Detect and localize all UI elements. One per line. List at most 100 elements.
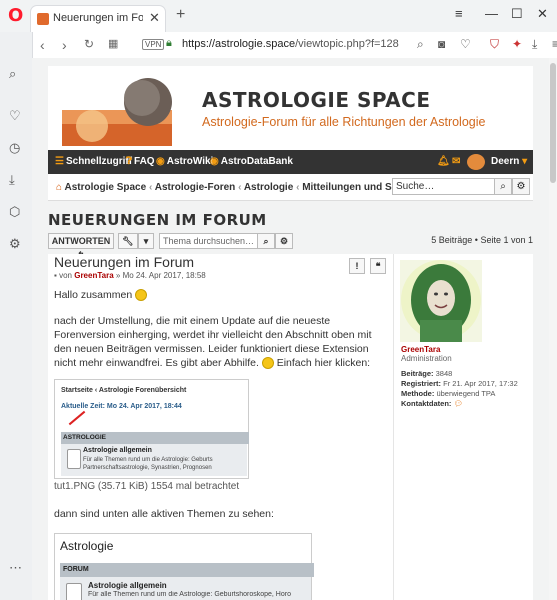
maximize-icon[interactable]: ☐ — [511, 6, 523, 22]
nav-label: Schnellzugriff — [65, 156, 133, 167]
breadcrumb-separator: ‹ — [148, 182, 153, 193]
mail-icon[interactable]: ✉ — [452, 156, 460, 167]
screenshot-forum-desc-line: Partnerschaftsastrologie, Synastrien, Pr… — [83, 465, 212, 471]
scrollbar[interactable] — [549, 58, 557, 600]
notification-icon[interactable]: 🔔︎ — [437, 156, 450, 167]
close-window-icon[interactable]: ✕ — [537, 6, 548, 22]
attachment-image[interactable]: Startseite ‹ Astrologie Forenübersicht A… — [54, 379, 249, 479]
screenshot-category-bar: FORUM — [60, 563, 314, 577]
screenshot-forum-desc-line: Für alle Themen rund um die Astrologie: … — [83, 457, 213, 463]
nav-astrowiki[interactable]: ◉ AstroWiki — [156, 156, 213, 167]
page-title[interactable]: NEUERUNGEN IM FORUM — [48, 211, 267, 229]
avatar[interactable] — [467, 154, 485, 170]
tools-button[interactable]: 🔧︎ — [118, 233, 138, 249]
web-page: ASTROLOGIE SPACE Astrologie-Forum für al… — [32, 58, 549, 600]
stat-label: Methode: — [401, 389, 435, 398]
bookmark-icon[interactable]: ♡ — [460, 37, 471, 51]
minimize-icon[interactable]: — — [485, 6, 498, 21]
topic-search-button[interactable]: ⌕ — [257, 233, 275, 249]
cube-icon[interactable]: ⬡ — [9, 204, 20, 220]
search-input[interactable]: Suche… — [392, 178, 496, 195]
avatar[interactable] — [400, 260, 482, 342]
home-icon: ⌂ — [56, 182, 63, 193]
post-paragraph-end: Einfach hier klicken: — [276, 357, 371, 369]
close-tab-icon[interactable]: ✕ — [149, 10, 160, 26]
vpn-badge[interactable]: VPN — [142, 39, 165, 50]
post-meta: ▪ von GreenTara » Mo 24. Apr 2017, 18:58 — [54, 271, 206, 280]
post-author[interactable]: GreenTara — [74, 271, 113, 280]
quote-button[interactable]: ❝ — [370, 258, 386, 274]
settings-icon[interactable]: ⚙ — [9, 236, 21, 252]
post-title[interactable]: Neuerungen im Forum — [54, 254, 194, 270]
site-logo[interactable] — [62, 74, 172, 146]
chevron-down-icon[interactable]: ▾ — [138, 233, 154, 249]
post-date: » Mo 24. Apr 2017, 18:58 — [115, 271, 206, 280]
breadcrumb: ⌂ Astrologie Space ‹ Astrologie-Foren ‹ … — [56, 182, 423, 193]
url-field[interactable]: https://astrologie.space/viewtopic.php?f… — [182, 38, 408, 50]
camera-icon[interactable]: ◙ — [438, 37, 445, 51]
advanced-search-button[interactable]: ⚙ — [512, 178, 530, 195]
site-title[interactable]: ASTROLOGIE SPACE — [202, 88, 431, 112]
username: Deern — [491, 156, 520, 167]
forum-icon — [66, 583, 82, 600]
profile-username[interactable]: GreenTara — [401, 345, 440, 354]
breadcrumb-separator: ‹ — [238, 182, 242, 193]
scrollbar-thumb[interactable] — [550, 63, 556, 183]
extension-icon[interactable]: ✦ — [512, 37, 522, 51]
more-icon[interactable]: ⋯ — [9, 560, 22, 576]
opera-logo-icon[interactable]: O — [8, 6, 26, 26]
nav-quick-access[interactable]: ☰ Schnellzugriff — [55, 156, 132, 167]
download-icon[interactable]: ⤓ — [532, 37, 537, 52]
speed-dial-icon[interactable]: ▦ — [108, 37, 118, 50]
site-description: Astrologie-Forum für alle Richtungen der… — [202, 115, 486, 129]
report-button[interactable]: ! — [349, 258, 365, 274]
nav-astrodatabank[interactable]: ◉ AstroDataBank — [210, 156, 293, 167]
topic-search-input[interactable]: Thema durchsuchen… — [159, 233, 263, 249]
browser-tab[interactable]: Neuerungen im Forum - Ast ✕ — [31, 6, 165, 32]
nav-label: AstroDataBank — [220, 156, 293, 167]
site-header: ASTROLOGIE SPACE Astrologie-Forum für al… — [48, 66, 533, 150]
contact-icon[interactable]: 💬︎ — [454, 399, 464, 408]
shield-icon[interactable]: ⛉ — [490, 37, 499, 52]
reply-button[interactable]: ANTWORTEN ↰ — [48, 233, 114, 260]
stat-label: Kontaktdaten: — [401, 399, 452, 408]
url-path: /viewtopic.php?f=128 — [295, 38, 399, 50]
breadcrumb-item[interactable]: Astrologie-Foren — [155, 182, 236, 193]
pagination: 5 Beiträge • Seite 1 von 1 — [431, 235, 533, 245]
reload-icon[interactable]: ↻ — [84, 37, 94, 51]
post-body: Hallo zusammen nach der Umstellung, die … — [54, 288, 386, 382]
history-icon[interactable]: ◷ — [9, 140, 20, 156]
tab-menu-icon[interactable]: ≡ — [455, 6, 463, 21]
forum-navbar: ☰ Schnellzugriff ❓︎ FAQ ◉ AstroWiki ◉ AstroD… — [48, 150, 533, 174]
tab-title: Neuerungen im Forum - Ast — [53, 12, 143, 24]
new-tab-icon[interactable]: + — [176, 6, 185, 24]
heart-icon[interactable]: ♡ — [9, 108, 21, 124]
download-icon[interactable]: ⤓ — [9, 172, 15, 188]
attachment-caption[interactable]: tut1.PNG (35.71 KiB) 1554 mal betrachtet — [54, 481, 239, 492]
stat-value[interactable]: 3848 — [436, 369, 453, 378]
lock-icon[interactable]: 🔒︎ — [166, 37, 172, 50]
stat-label: Registriert: — [401, 379, 442, 388]
search-button[interactable]: ⌕ — [494, 178, 512, 195]
forum-icon — [67, 449, 81, 469]
wiki-icon: ◉ — [156, 156, 165, 167]
screenshot-forum-desc: Für alle Themen rund um die Astrologie: … — [88, 591, 291, 598]
stat-value: Fr 21. Apr 2017, 17:32 — [443, 379, 518, 388]
forward-icon[interactable]: › — [62, 37, 67, 53]
post: Neuerungen im Forum ▪ von GreenTara » Mo… — [48, 254, 533, 600]
back-icon[interactable]: ‹ — [40, 37, 45, 53]
search-icon[interactable]: ⌕ — [9, 66, 16, 82]
breadcrumb-item[interactable]: Astrologie — [244, 182, 293, 193]
screenshot-breadcrumb: Startseite ‹ Astrologie Forenübersicht — [61, 387, 187, 394]
post-greeting: Hallo zusammen — [54, 289, 133, 301]
nav-faq[interactable]: ❓︎ FAQ — [126, 156, 155, 167]
search-icon[interactable]: ⌕ — [417, 37, 424, 52]
user-menu[interactable]: Deern ▾ — [491, 156, 527, 167]
breadcrumb-row: ⌂ Astrologie Space ‹ Astrologie-Foren ‹ … — [48, 174, 533, 201]
post-icon: ▪ — [54, 271, 57, 280]
menu-icon[interactable]: ≡ — [552, 37, 557, 51]
topic-advanced-search-button[interactable]: ⚙ — [275, 233, 293, 249]
nav-label: FAQ — [134, 156, 155, 167]
attachment-image[interactable]: Astrologie FORUM Astrologie allgemein Fü… — [54, 533, 314, 600]
breadcrumb-item[interactable]: Astrologie Space — [64, 182, 146, 193]
